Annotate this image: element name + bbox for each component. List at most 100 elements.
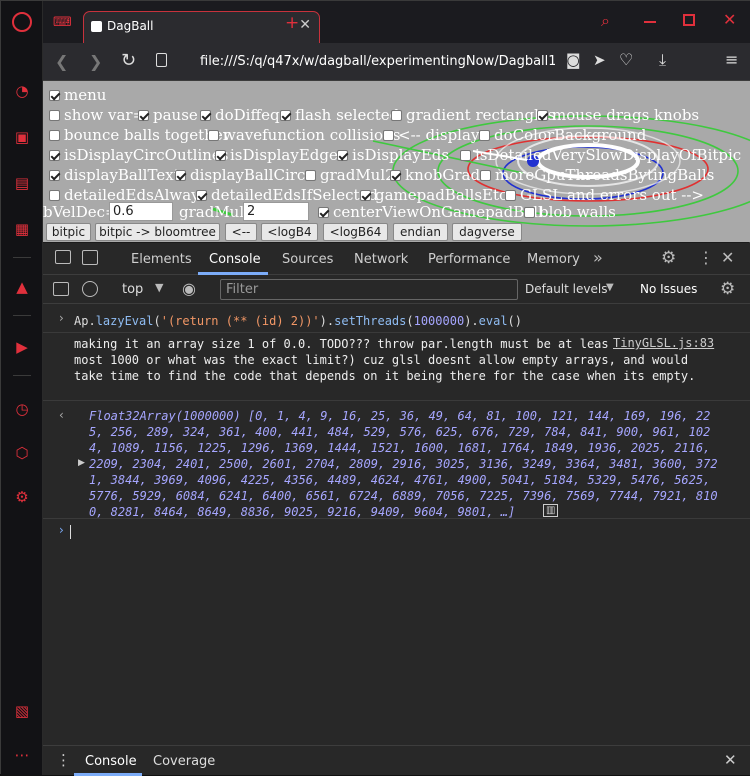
option-checkbox[interactable]: moreGpuThreadsBytingBalls: [480, 166, 714, 184]
tab-memory[interactable]: Memory: [527, 252, 580, 267]
checkbox-box[interactable]: [49, 90, 60, 101]
logb4-button[interactable]: <logB4: [261, 223, 318, 241]
option-checkbox[interactable]: <-- display: [383, 126, 479, 144]
center-view-checkbox[interactable]: centerViewOnGamepadBall: [318, 203, 543, 221]
checkbox-box[interactable]: [360, 190, 371, 201]
option-checkbox[interactable]: displayBallCircs: [175, 166, 313, 184]
warn-source-link[interactable]: TinyGLSL.js:83: [609, 335, 715, 351]
twitch-icon[interactable]: ▤: [12, 173, 32, 193]
checkbox-box[interactable]: [49, 130, 60, 141]
console-prompt-input[interactable]: [70, 525, 71, 539]
option-checkbox[interactable]: doColorBackground: [479, 126, 646, 144]
option-checkbox[interactable]: wavefunction collisions: [208, 126, 400, 144]
inspect-icon[interactable]: [55, 250, 71, 264]
checkbox-box[interactable]: [480, 170, 491, 181]
option-checkbox[interactable]: isDisplayEds: [337, 146, 449, 164]
tab-performance[interactable]: Performance: [428, 252, 510, 267]
checkbox-box[interactable]: [175, 170, 186, 181]
plus-icon[interactable]: +: [285, 13, 299, 33]
option-checkbox[interactable]: GLSL and errors out -->: [505, 186, 704, 204]
option-checkbox[interactable]: gamepadBallsEtc: [360, 186, 507, 204]
checkbox-box[interactable]: [537, 110, 548, 121]
tab-sources[interactable]: Sources: [282, 252, 333, 267]
checkbox-box[interactable]: [305, 170, 316, 181]
history-icon[interactable]: ◷: [12, 399, 32, 419]
menu-icon[interactable]: ≡: [725, 50, 738, 69]
checkbox-box[interactable]: [215, 150, 226, 161]
checkbox-box[interactable]: [390, 170, 401, 181]
back-icon[interactable]: ❮: [55, 52, 68, 71]
search-icon[interactable]: ⌕: [601, 11, 610, 31]
device-icon[interactable]: [82, 250, 98, 265]
console-settings-icon[interactable]: ⚙: [720, 279, 735, 299]
forward-icon[interactable]: ❯: [89, 52, 102, 71]
reload-icon[interactable]: ↻: [121, 50, 136, 71]
checkbox-box[interactable]: [196, 190, 207, 201]
checkbox-box[interactable]: [49, 150, 60, 161]
drawer-menu-icon[interactable]: ⋮: [56, 751, 71, 769]
option-checkbox[interactable]: pause: [138, 106, 198, 124]
option-checkbox[interactable]: doDiffeq: [200, 106, 280, 124]
checkbox-box[interactable]: [337, 150, 348, 161]
option-checkbox[interactable]: bounce balls together: [49, 126, 230, 144]
checkbox-box[interactable]: [383, 130, 394, 141]
endian-button[interactable]: endian: [393, 223, 448, 241]
player-icon[interactable]: ▶: [12, 337, 32, 357]
levels-select[interactable]: Default levels: [525, 282, 607, 296]
chip-icon[interactable]: ▦: [12, 219, 32, 239]
option-checkbox[interactable]: flash selected: [280, 106, 399, 124]
option-checkbox[interactable]: isDetailedVerySlowDisplayOfBitpic: [460, 146, 741, 164]
heart-icon[interactable]: ♡: [619, 50, 633, 69]
expand-triangle-icon[interactable]: ▶: [78, 458, 85, 468]
camera-icon[interactable]: ◙: [566, 51, 581, 69]
drawer-tab-console[interactable]: Console: [85, 754, 137, 769]
dots-icon[interactable]: ⋯: [12, 745, 32, 765]
dagverse-button[interactable]: dagverse: [452, 223, 522, 241]
filter-input[interactable]: Filter: [220, 279, 518, 300]
option-checkbox[interactable]: knobGrads: [390, 166, 488, 184]
checkbox-box[interactable]: [505, 190, 516, 201]
result-value[interactable]: Float32Array(1000000) [0, 1, 4, 9, 16, 2…: [89, 408, 719, 520]
opera-logo-icon[interactable]: [12, 12, 32, 32]
settings-icon[interactable]: ⚙: [12, 487, 32, 507]
minimize-icon[interactable]: [644, 21, 656, 23]
close-window-icon[interactable]: ✕: [723, 10, 736, 29]
clear-icon[interactable]: [82, 281, 98, 297]
bveldec-input[interactable]: 0.6: [109, 202, 173, 221]
checkbox-box[interactable]: [208, 130, 219, 141]
context-select[interactable]: top: [122, 282, 143, 297]
close-devtools-icon[interactable]: ✕: [721, 248, 734, 267]
checkbox-box[interactable]: [479, 130, 490, 141]
url-field[interactable]: file:///S:/q/q47x/w/dagball/experimentin…: [200, 54, 555, 69]
checkbox-box[interactable]: [49, 110, 60, 121]
logb64-button[interactable]: <logB64: [323, 223, 388, 241]
drawer-tab-coverage[interactable]: Coverage: [153, 754, 215, 769]
more-tabs-icon[interactable]: »: [593, 248, 603, 267]
game-icon[interactable]: ⌨: [53, 15, 72, 30]
checkbox-box[interactable]: [200, 110, 211, 121]
checkbox-box[interactable]: [391, 110, 402, 121]
bitpic-bloomtree-button[interactable]: bitpic -> bloomtree: [95, 223, 220, 241]
speed-dial-icon[interactable]: ◔: [12, 81, 32, 101]
option-checkbox[interactable]: isDisplayEdges: [215, 146, 346, 164]
aria-icon[interactable]: ▲: [12, 277, 32, 297]
download-icon[interactable]: ⤓: [659, 50, 666, 70]
close-icon[interactable]: ✕: [299, 17, 311, 33]
blob-walls-checkbox[interactable]: blob walls: [524, 203, 616, 221]
box-icon[interactable]: ⬡: [12, 443, 32, 463]
checkbox-box[interactable]: [138, 110, 149, 121]
maximize-icon[interactable]: [683, 14, 695, 26]
memory-icon[interactable]: ▥: [543, 504, 559, 517]
gradmul-input[interactable]: 2: [243, 202, 309, 221]
bitpic-button[interactable]: bitpic: [46, 223, 91, 241]
send-icon[interactable]: ➤: [593, 51, 606, 69]
option-checkbox[interactable]: mouse drags knobs: [537, 106, 699, 124]
bag-icon[interactable]: ▣: [12, 127, 32, 147]
checkbox-box[interactable]: [49, 170, 60, 181]
checkbox-box[interactable]: [460, 150, 471, 161]
option-checkbox[interactable]: menu: [49, 86, 106, 104]
sidebar-icon[interactable]: [53, 282, 69, 296]
option-checkbox[interactable]: gradMul2: [305, 166, 395, 184]
tab-console[interactable]: Console: [209, 252, 261, 267]
checkbox-box[interactable]: [49, 190, 60, 201]
